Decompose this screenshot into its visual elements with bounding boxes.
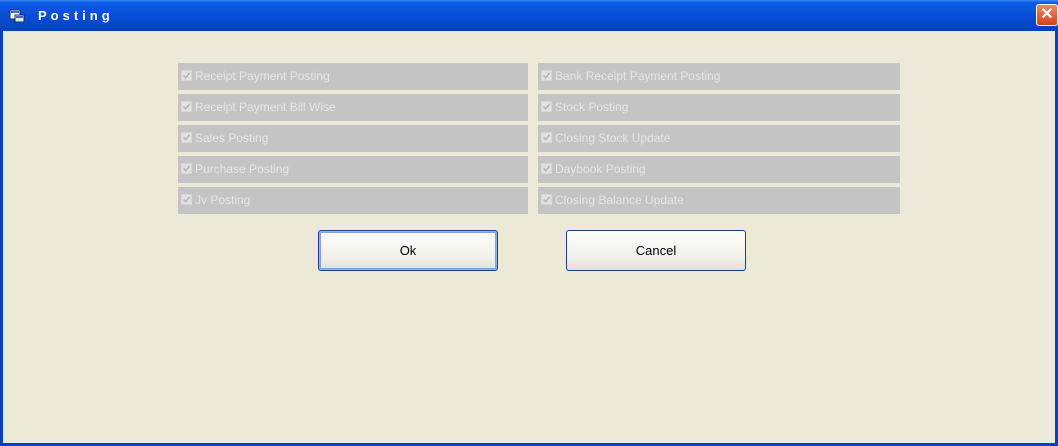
option-receipt-payment-bill-wise[interactable]: Receipt Payment Bill Wise — [178, 94, 528, 121]
checkbox-checked-icon[interactable] — [181, 101, 192, 112]
checkbox-checked-icon[interactable] — [181, 132, 192, 143]
option-sales-posting[interactable]: Sales Posting — [178, 125, 528, 152]
ok-button[interactable]: Ok — [318, 230, 498, 271]
option-label: Stock Posting — [555, 100, 629, 114]
option-closing-balance-update[interactable]: Closing Balance Update — [538, 187, 900, 214]
option-label: Closing Balance Update — [555, 193, 684, 207]
option-label: Daybook Posting — [555, 162, 646, 176]
checkbox-checked-icon[interactable] — [181, 194, 192, 205]
checkbox-checked-icon[interactable] — [541, 132, 552, 143]
checkbox-checked-icon[interactable] — [541, 194, 552, 205]
checkbox-checked-icon[interactable] — [541, 70, 552, 81]
cancel-button[interactable]: Cancel — [566, 230, 746, 271]
checkbox-checked-icon[interactable] — [181, 70, 192, 81]
option-label: Bank Receipt Payment Posting — [555, 69, 721, 83]
option-label: Closing Stock Update — [555, 131, 671, 145]
close-icon: ✕ — [1040, 6, 1054, 23]
posting-dialog: Posting ✕ Receipt Payment Posting Receip… — [0, 0, 1058, 446]
option-label: Purchase Posting — [195, 162, 290, 176]
option-stock-posting[interactable]: Stock Posting — [538, 94, 900, 121]
option-jv-posting[interactable]: Jv Posting — [178, 187, 528, 214]
option-label: Sales Posting — [195, 131, 269, 145]
app-icon — [9, 8, 25, 23]
option-bank-receipt-payment-posting[interactable]: Bank Receipt Payment Posting — [538, 63, 900, 90]
option-closing-stock-update[interactable]: Closing Stock Update — [538, 125, 900, 152]
checkbox-checked-icon[interactable] — [181, 163, 192, 174]
title-bar[interactable]: Posting ✕ — [0, 0, 1058, 31]
option-daybook-posting[interactable]: Daybook Posting — [538, 156, 900, 183]
option-label: Jv Posting — [195, 193, 251, 207]
option-receipt-payment-posting[interactable]: Receipt Payment Posting — [178, 63, 528, 90]
checkbox-checked-icon[interactable] — [541, 163, 552, 174]
checkbox-checked-icon[interactable] — [541, 101, 552, 112]
window-title: Posting — [38, 8, 114, 23]
option-label: Receipt Payment Posting — [195, 69, 330, 83]
option-label: Receipt Payment Bill Wise — [195, 100, 336, 114]
option-purchase-posting[interactable]: Purchase Posting — [178, 156, 528, 183]
close-button[interactable]: ✕ — [1036, 4, 1058, 26]
